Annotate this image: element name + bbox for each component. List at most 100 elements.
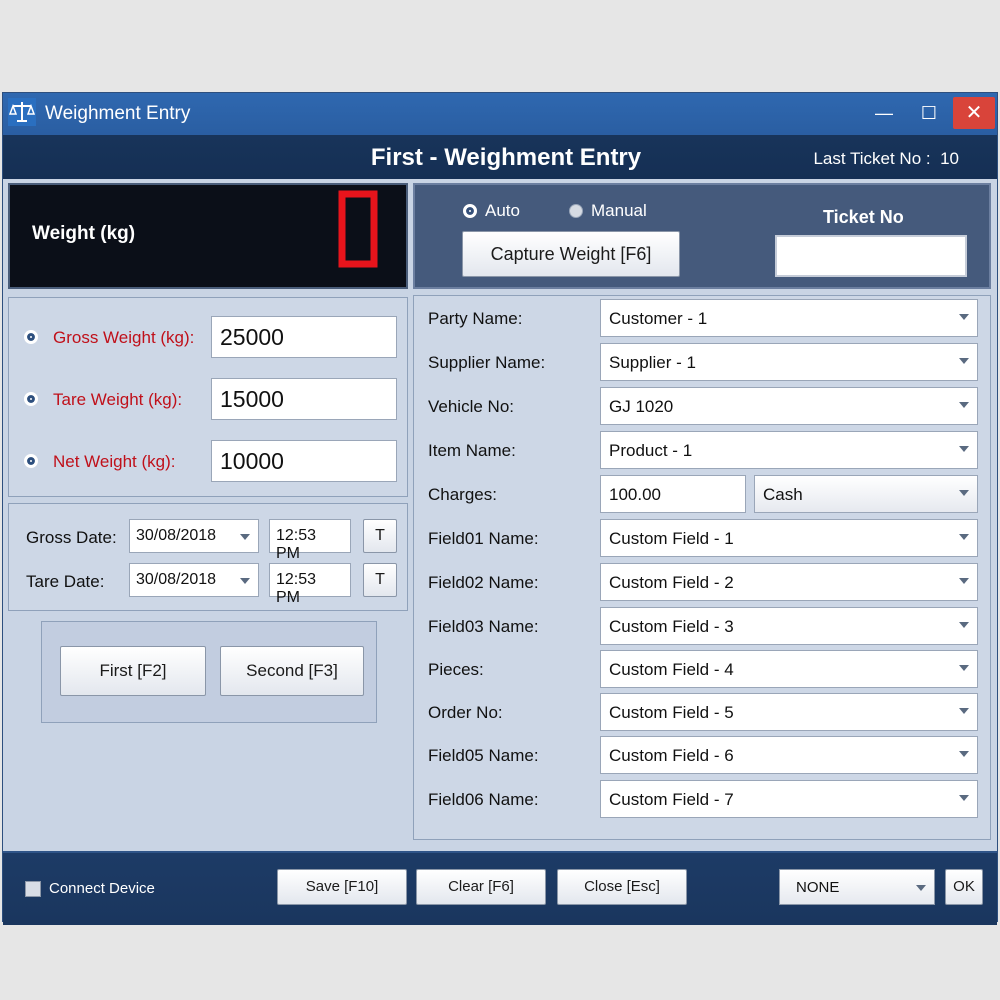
chevron-down-icon <box>959 446 969 452</box>
field06-select[interactable]: Custom Field - 7 <box>600 780 978 818</box>
tare-weight-input[interactable]: 15000 <box>211 378 397 420</box>
gross-weight-radio[interactable] <box>24 330 38 344</box>
close-window-button[interactable]: ✕ <box>953 97 995 129</box>
pieces-label: Pieces: <box>428 660 484 679</box>
net-weight-row: Net Weight (kg): 10000 <box>9 440 407 484</box>
item-name-value: Product - 1 <box>609 441 693 460</box>
vehicle-no-select[interactable]: GJ 1020 <box>600 387 978 425</box>
details-form: Party Name: Customer - 1 Supplier Name: … <box>413 295 991 840</box>
weight-display-panel: Weight (kg) <box>8 183 408 289</box>
net-weight-radio[interactable] <box>24 454 38 468</box>
gross-weight-input[interactable]: 25000 <box>211 316 397 358</box>
manual-radio[interactable]: Manual <box>569 201 647 221</box>
window-title: Weighment Entry <box>45 103 191 124</box>
manual-radio-indicator <box>569 204 583 218</box>
pieces-select[interactable]: Custom Field - 4 <box>600 650 978 688</box>
tare-weight-radio[interactable] <box>24 392 38 406</box>
chevron-down-icon <box>959 534 969 540</box>
field03-select[interactable]: Custom Field - 3 <box>600 607 978 645</box>
title-bar: Weighment Entry — ☐ ✕ <box>3 93 997 135</box>
field06-row: Field06 Name: Custom Field - 7 <box>414 780 990 820</box>
ticket-no-input[interactable] <box>775 235 967 277</box>
tare-date-value: 30/08/2018 <box>136 571 217 588</box>
supplier-name-label: Supplier Name: <box>428 353 546 372</box>
chevron-down-icon <box>916 885 926 891</box>
capture-panel: Auto Manual Capture Weight [F6] Ticket N… <box>413 183 991 289</box>
supplier-name-row: Supplier Name: Supplier - 1 <box>414 343 990 383</box>
party-name-label: Party Name: <box>428 309 523 328</box>
order-no-label: Order No: <box>428 703 503 722</box>
first-weighment-button[interactable]: First [F2] <box>60 646 206 696</box>
gross-weight-row: Gross Weight (kg): 25000 <box>9 316 407 360</box>
vehicle-no-row: Vehicle No: GJ 1020 <box>414 387 990 427</box>
minimize-button[interactable]: — <box>863 97 905 129</box>
field01-value: Custom Field - 1 <box>609 529 734 548</box>
party-name-select[interactable]: Customer - 1 <box>600 299 978 337</box>
close-button[interactable]: Close [Esc] <box>557 869 687 905</box>
gross-date-value: 30/08/2018 <box>136 527 217 544</box>
field01-row: Field01 Name: Custom Field - 1 <box>414 519 990 559</box>
order-no-select[interactable]: Custom Field - 5 <box>600 693 978 731</box>
weighment-entry-window: Weighment Entry — ☐ ✕ First - Weighment … <box>2 92 998 925</box>
tare-date-label: Tare Date: <box>26 572 105 591</box>
net-weight-input[interactable]: 10000 <box>211 440 397 482</box>
chevron-down-icon <box>959 708 969 714</box>
gross-date-picker[interactable]: 30/08/2018 <box>129 519 259 553</box>
field05-value: Custom Field - 6 <box>609 746 734 765</box>
capture-weight-button[interactable]: Capture Weight [F6] <box>462 231 680 277</box>
pieces-row: Pieces: Custom Field - 4 <box>414 650 990 690</box>
ticket-no-label: Ticket No <box>823 207 904 227</box>
payment-mode-select[interactable]: Cash <box>754 475 978 513</box>
save-button[interactable]: Save [F10] <box>277 869 407 905</box>
item-name-label: Item Name: <box>428 441 516 460</box>
charges-input[interactable]: 100.00 <box>600 475 746 513</box>
last-ticket-value: 10 <box>940 149 959 168</box>
vehicle-no-label: Vehicle No: <box>428 397 514 416</box>
dates-panel: Gross Date: 30/08/2018 12:53 PM T Tare D… <box>8 503 408 611</box>
gross-time-input[interactable]: 12:53 PM <box>269 519 351 562</box>
second-weighment-button[interactable]: Second [F3] <box>220 646 364 696</box>
chevron-down-icon <box>959 751 969 757</box>
item-name-row: Item Name: Product - 1 <box>414 431 990 471</box>
chevron-down-icon <box>959 490 969 496</box>
connect-device-checkbox[interactable] <box>25 881 41 897</box>
maximize-button[interactable]: ☐ <box>908 97 950 129</box>
field02-select[interactable]: Custom Field - 2 <box>600 563 978 601</box>
field01-select[interactable]: Custom Field - 1 <box>600 519 978 557</box>
tare-weight-row: Tare Weight (kg): 15000 <box>9 378 407 422</box>
gross-time-now-button[interactable]: T <box>363 519 397 553</box>
chevron-down-icon <box>240 578 250 584</box>
gross-weight-label: Gross Weight (kg): <box>53 328 195 347</box>
auto-radio[interactable]: Auto <box>463 201 520 221</box>
field06-label: Field06 Name: <box>428 790 539 809</box>
ok-button[interactable]: OK <box>945 869 983 905</box>
chevron-down-icon <box>959 665 969 671</box>
field03-row: Field03 Name: Custom Field - 3 <box>414 607 990 647</box>
device-select[interactable]: NONE <box>779 869 935 905</box>
device-select-value: NONE <box>796 879 840 896</box>
field05-label: Field05 Name: <box>428 746 539 765</box>
auto-label: Auto <box>485 201 520 220</box>
tare-date-picker[interactable]: 30/08/2018 <box>129 563 259 597</box>
pieces-value: Custom Field - 4 <box>609 660 734 679</box>
tare-time-input[interactable]: 12:53 PM <box>269 563 351 606</box>
weighment-buttons-panel: First [F2] Second [F3] <box>41 621 377 723</box>
main-body: Weight (kg) Auto Manual Capture Weight [… <box>3 179 997 851</box>
supplier-name-select[interactable]: Supplier - 1 <box>600 343 978 381</box>
field05-row: Field05 Name: Custom Field - 6 <box>414 736 990 776</box>
chevron-down-icon <box>240 534 250 540</box>
field06-value: Custom Field - 7 <box>609 790 734 809</box>
tare-time-now-button[interactable]: T <box>363 563 397 597</box>
net-weight-label: Net Weight (kg): <box>53 452 176 471</box>
field03-label: Field03 Name: <box>428 617 539 636</box>
chevron-down-icon <box>959 622 969 628</box>
chevron-down-icon <box>959 358 969 364</box>
chevron-down-icon <box>959 578 969 584</box>
payment-mode-value: Cash <box>763 485 803 504</box>
item-name-select[interactable]: Product - 1 <box>600 431 978 469</box>
clear-button[interactable]: Clear [F6] <box>416 869 546 905</box>
field01-label: Field01 Name: <box>428 529 539 548</box>
last-ticket: Last Ticket No : 10 <box>813 149 959 169</box>
field05-select[interactable]: Custom Field - 6 <box>600 736 978 774</box>
field02-row: Field02 Name: Custom Field - 2 <box>414 563 990 603</box>
